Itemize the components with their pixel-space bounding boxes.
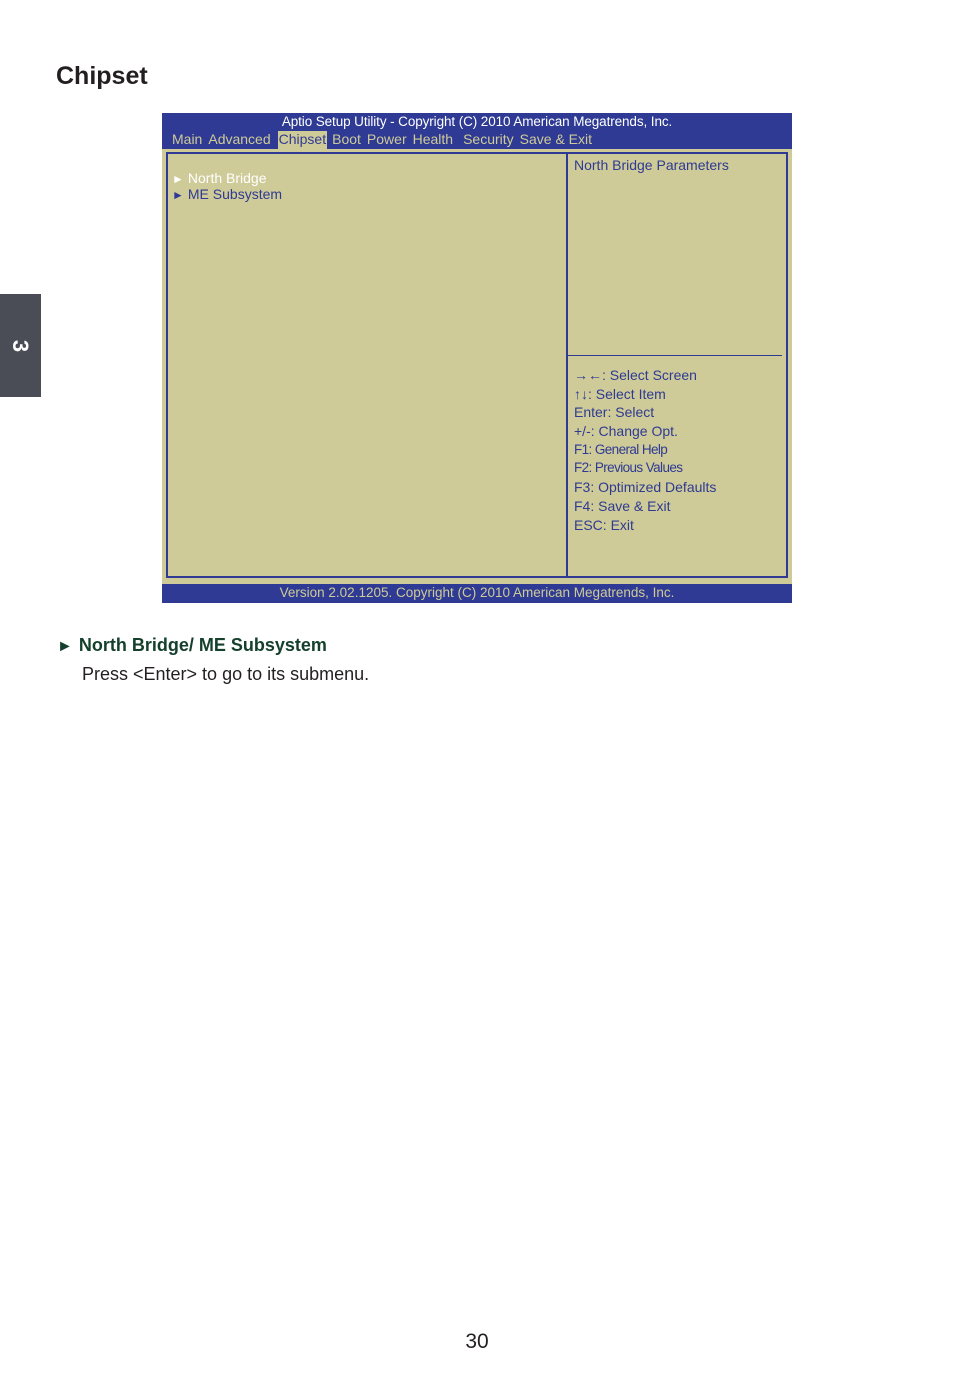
key-hint: ↑↓: Select Item (574, 385, 666, 402)
menu-tab-chipset[interactable]: Chipset (277, 131, 328, 149)
key-hint: F2: Previous Values (574, 460, 683, 476)
bios-screenshot: Aptio Setup Utility - Copyright (C) 2010… (162, 113, 792, 603)
menu-item-north-bridge[interactable]: ► North Bridge (172, 171, 282, 187)
key-hint: F4: Save & Exit (574, 497, 671, 514)
key-hint: Enter: Select (574, 404, 655, 421)
menu-item-label: North Bridge (187, 170, 267, 186)
menu-tab-save-exit[interactable]: Save & Exit (520, 131, 596, 149)
bios-help-panel: North Bridge Parameters →←: Select Scree… (566, 152, 788, 578)
key-hint: +/-: Change Opt. (574, 423, 678, 440)
help-divider (568, 355, 782, 356)
menu-tab-security[interactable]: Security (463, 131, 518, 149)
help-text: North Bridge Parameters (574, 157, 729, 173)
submenu-arrow-icon: ► (172, 172, 184, 186)
section-description: Press <Enter> to go to its submenu. (82, 664, 370, 684)
chapter-tab: 3 (0, 294, 41, 397)
key-hint: →←: Select Screen (574, 367, 697, 383)
menu-tab-boot[interactable]: Boot (332, 131, 365, 149)
bios-menu-bar: Main Advanced Chipset Boot Power Health … (172, 131, 598, 149)
menu-tab-health[interactable]: Health (413, 131, 457, 149)
section-heading: ► North Bridge/ ME Subsystem (57, 635, 327, 656)
menu-item-me-subsystem[interactable]: ► ME Subsystem (172, 187, 282, 203)
key-legend: →←: Select Screen ↑↓: Select Item Enter:… (574, 366, 716, 534)
bios-header: Aptio Setup Utility - Copyright (C) 2010… (162, 113, 792, 149)
bullet-triangle-icon: ► (57, 638, 73, 655)
key-hint: ESC: Exit (574, 516, 634, 533)
section-heading-text: North Bridge/ ME Subsystem (78, 635, 327, 655)
menu-tab-power[interactable]: Power (367, 131, 411, 149)
key-hint: F3: Optimized Defaults (574, 479, 717, 496)
page-title: Chipset (56, 62, 148, 90)
bios-footer: Version 2.02.1205. Copyright (C) 2010 Am… (162, 584, 792, 603)
menu-tab-advanced[interactable]: Advanced (208, 131, 274, 149)
menu-tab-main[interactable]: Main (172, 131, 206, 149)
bios-title: Aptio Setup Utility - Copyright (C) 2010… (281, 114, 673, 129)
submenu-arrow-icon: ► (172, 188, 184, 202)
bios-options-panel: ► North Bridge ► ME Subsystem (166, 152, 568, 578)
menu-item-label: ME Subsystem (187, 186, 283, 202)
page-number: 30 (465, 1330, 489, 1353)
key-hint: F1: General Help (574, 441, 668, 457)
chapter-number: 3 (8, 339, 34, 352)
